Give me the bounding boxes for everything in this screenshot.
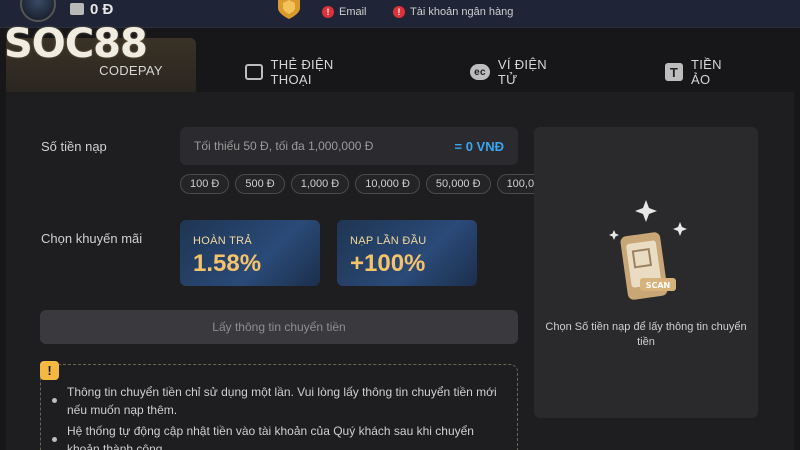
warning-icon: !	[393, 6, 405, 18]
tab-crypto-label: TIỀN ẢO	[690, 57, 722, 87]
verify-email-label: Email	[339, 6, 367, 18]
promo-value: 1.58%	[193, 250, 262, 277]
bullet-dot	[52, 437, 57, 442]
scan-label: SCAN	[646, 281, 671, 290]
amount-label: Số tiền nạp	[41, 139, 107, 154]
promo-label: Chọn khuyến mãi	[41, 231, 143, 246]
user-avatar[interactable]	[20, 0, 56, 22]
promo-title: HOÀN TRẢ	[193, 235, 253, 247]
tab-phone-card[interactable]: THẺ ĐIỆN THOẠI	[245, 52, 375, 92]
amount-converted: = 0 VNĐ	[454, 138, 505, 154]
quick-amount-chip[interactable]: 1,000 Đ	[290, 174, 350, 194]
tab-phone-card-label: THẺ ĐIỆN THOẠI	[270, 57, 334, 87]
brand-logo: SOC88	[4, 21, 148, 67]
promo-card-cashback[interactable]: HOÀN TRẢ 1.58%	[180, 220, 320, 286]
notice-line-2: Hệ thống tự động cập nhật tiền vào tài k…	[67, 424, 474, 450]
brand-logo-text: SOC88	[4, 21, 148, 67]
qr-panel-message: Chọn Số tiền nạp để lấy thông tin chuyển…	[545, 321, 747, 348]
notice-line-1: Thông tin chuyển tiền chỉ sử dụng một lầ…	[67, 385, 497, 417]
amount-placeholder: Tối thiểu 50 Đ, tối đa 1,000,000 Đ	[194, 139, 374, 153]
warning-icon: !	[322, 6, 334, 18]
amount-input[interactable]: Tối thiểu 50 Đ, tối đa 1,000,000 Đ = 0 V…	[180, 127, 518, 165]
quick-amount-chip[interactable]: 10,000 Đ	[355, 174, 420, 194]
shield-badge-icon	[278, 0, 300, 19]
scan-phone-icon: SCAN	[609, 200, 687, 300]
verify-bank-label: Tài khoản ngân hàng	[410, 6, 514, 18]
quick-amount-chip[interactable]: 500 Đ	[235, 174, 285, 194]
tab-e-wallet-label: VÍ ĐIỆN TỬ	[497, 57, 547, 87]
tether-icon: T	[665, 63, 683, 81]
verify-bank-account[interactable]: ! Tài khoản ngân hàng	[393, 6, 513, 18]
quick-amount-chip[interactable]: 100 Đ	[180, 174, 230, 194]
tab-e-wallet[interactable]: ec VÍ ĐIỆN TỬ	[470, 52, 570, 92]
tab-crypto[interactable]: T TIỀN ẢO	[665, 52, 745, 92]
verify-email[interactable]: ! Email	[322, 6, 367, 18]
get-transfer-info-button[interactable]: Lấy thông tin chuyển tiền	[40, 310, 518, 344]
promo-title: NẠP LẦN ĐẦU	[350, 235, 427, 247]
e-wallet-icon: ec	[470, 64, 490, 80]
promo-value: +100%	[350, 250, 426, 277]
phone-card-icon	[245, 64, 263, 80]
promo-card-first-deposit[interactable]: NẠP LẦN ĐẦU +100%	[337, 220, 477, 286]
bullet-dot	[52, 398, 57, 403]
notice-warning-icon: !	[40, 361, 59, 380]
wallet-icon	[70, 3, 84, 15]
balance-amount: 0 Đ	[90, 1, 114, 18]
quick-amounts: 100 Đ 500 Đ 1,000 Đ 10,000 Đ 50,000 Đ 10…	[180, 174, 568, 194]
quick-amount-chip[interactable]: 50,000 Đ	[425, 174, 491, 194]
